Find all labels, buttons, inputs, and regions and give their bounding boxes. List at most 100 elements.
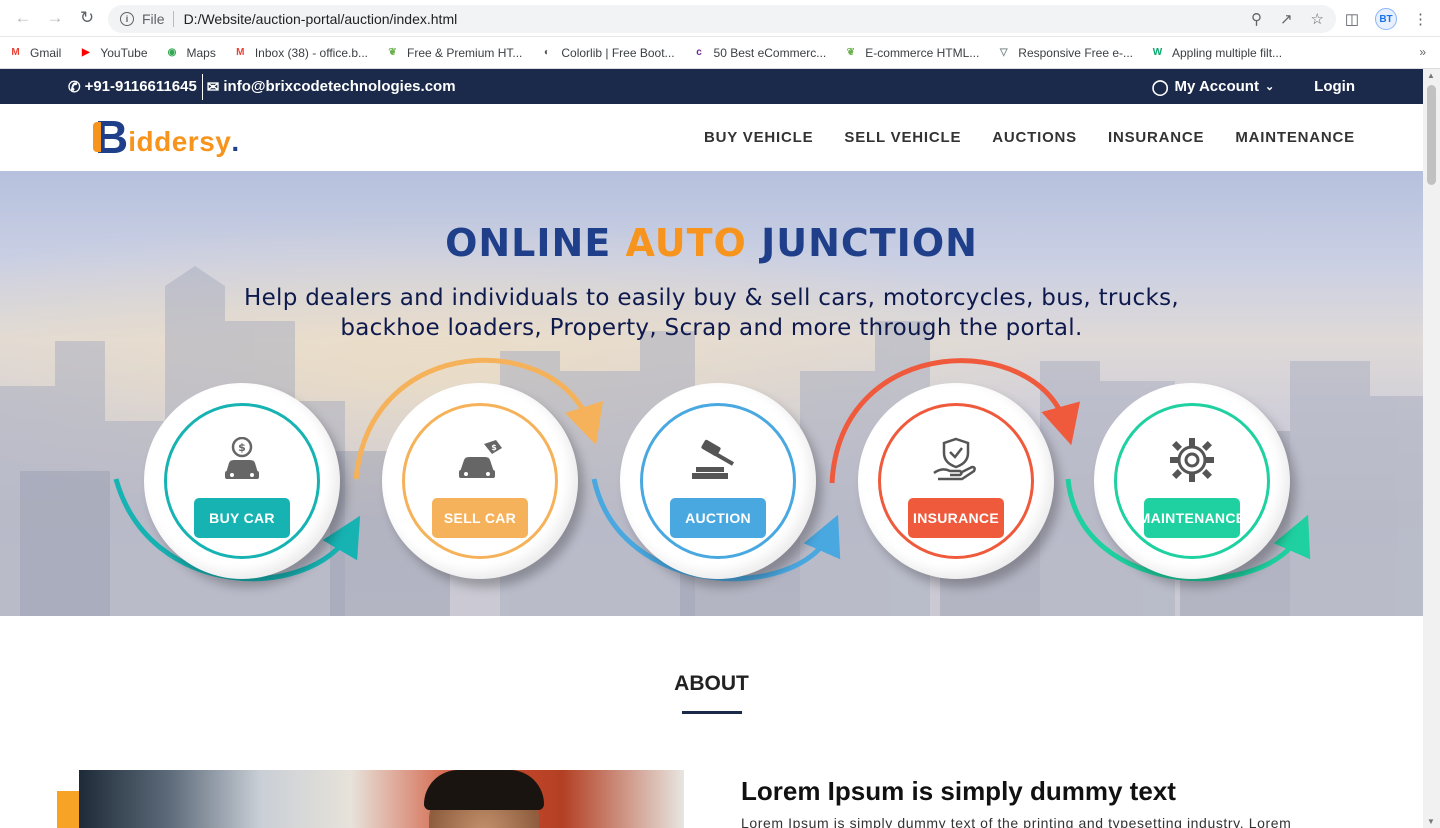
buy-car-icon: $ <box>222 436 262 484</box>
zoom-icon[interactable]: ⚲ <box>1251 10 1262 28</box>
address-bar[interactable]: i File D:/Website/auction-portal/auction… <box>108 5 1336 33</box>
gmail-icon: M <box>11 47 20 58</box>
email-item[interactable]: ✉ info@brixcodetechnologies.com <box>207 78 456 96</box>
bookmark-label: Responsive Free e-... <box>1018 45 1133 60</box>
login-link[interactable]: Login <box>1314 78 1355 95</box>
bookmark-item[interactable]: ❦ Free & Premium HT... <box>385 45 522 60</box>
insurance-icon <box>932 436 980 484</box>
user-icon: ◯ <box>1151 78 1169 96</box>
auction-button[interactable]: AUCTION <box>670 498 766 538</box>
topbar-divider <box>201 73 203 100</box>
nav-buy-vehicle[interactable]: BUY VEHICLE <box>704 129 813 146</box>
bookmark-label: 50 Best eCommerc... <box>713 45 827 60</box>
envelope-icon: ✉ <box>206 78 220 96</box>
svg-text:$: $ <box>238 441 246 454</box>
back-icon[interactable]: ← <box>10 5 36 31</box>
bookmark-label: E-commerce HTML... <box>865 45 980 60</box>
step-buy-car[interactable]: $ BUY CAR <box>144 383 340 579</box>
step-insurance[interactable]: INSURANCE <box>858 383 1054 579</box>
about-title: ABOUT <box>674 672 749 695</box>
sell-car-button[interactable]: SELL CAR <box>432 498 528 538</box>
share-icon[interactable]: ↗ <box>1280 10 1293 28</box>
buy-car-button[interactable]: BUY CAR <box>194 498 290 538</box>
page-viewport: ✆ +91-9116611645 ✉ info@brixcodetechnolo… <box>0 69 1423 828</box>
triangle-icon: ▽ <box>999 47 1008 58</box>
step-auction[interactable]: AUCTION <box>620 383 816 579</box>
url-text[interactable]: D:/Website/auction-portal/auction/index.… <box>184 11 458 27</box>
my-account-label: My Account <box>1174 78 1259 95</box>
about-heading: Lorem Ipsum is simply dummy text <box>741 776 1176 806</box>
scrollbar-thumb[interactable] <box>1427 85 1436 185</box>
about-underline <box>682 711 742 714</box>
maps-icon: ◉ <box>167 47 177 58</box>
scroll-down-icon[interactable]: ▼ <box>1427 817 1435 826</box>
bookmark-item[interactable]: ◐ Colorlib | Free Boot... <box>539 45 675 60</box>
step-ring: $ SELL CAR <box>402 403 558 559</box>
colorlib-icon: ◐ <box>543 47 550 58</box>
step-ring: AUCTION <box>640 403 796 559</box>
bookmark-label: Appling multiple filt... <box>1172 45 1283 60</box>
bookmark-item[interactable]: ◉ Maps <box>165 45 216 60</box>
info-icon[interactable]: i <box>120 12 134 26</box>
step-maintenance[interactable]: MAINTENANCE <box>1094 383 1290 579</box>
bookmark-label: Colorlib | Free Boot... <box>561 45 675 60</box>
email-address: info@brixcodetechnologies.com <box>223 78 456 95</box>
star-icon[interactable]: ☆ <box>1311 10 1324 28</box>
insurance-button[interactable]: INSURANCE <box>908 498 1004 538</box>
nav-maintenance[interactable]: MAINTENANCE <box>1235 129 1355 146</box>
maintenance-button[interactable]: MAINTENANCE <box>1139 498 1245 538</box>
bookmark-label: Inbox (38) - office.b... <box>254 45 369 60</box>
bookmark-item[interactable]: ❦ E-commerce HTML... <box>843 45 980 60</box>
svg-text:$: $ <box>491 443 497 452</box>
bookmark-item[interactable]: ▶ YouTube <box>78 45 148 60</box>
nav-insurance[interactable]: INSURANCE <box>1108 129 1204 146</box>
hero-title: ONLINE AUTO JUNCTION <box>445 221 978 265</box>
logo-text: iddersy <box>128 126 232 157</box>
scroll-up-icon[interactable]: ▲ <box>1427 71 1435 80</box>
bookmark-label: Maps <box>186 45 216 60</box>
profile-avatar[interactable]: BT <box>1375 8 1397 30</box>
hero-subtitle: Help dealers and individuals to easily b… <box>243 285 1180 341</box>
w3schools-icon: W <box>1152 47 1163 58</box>
gear-icon <box>1169 436 1215 484</box>
youtube-icon: ▶ <box>81 47 90 58</box>
about-image <box>79 770 684 828</box>
step-ring: INSURANCE <box>878 403 1034 559</box>
bookmark-item[interactable]: M Gmail <box>8 45 61 60</box>
phone-icon: ✆ <box>68 78 81 96</box>
leaf-icon: ❦ <box>388 47 397 58</box>
menu-dots-icon[interactable]: ⋮ <box>1413 10 1428 28</box>
sell-car-icon: $ <box>456 436 504 484</box>
logo-dot: . <box>231 126 240 157</box>
chevron-down-icon: ⌄ <box>1264 81 1275 93</box>
bookmark-item[interactable]: ▽ Responsive Free e-... <box>996 45 1133 60</box>
main-menu: BUY VEHICLE SELL VEHICLE AUCTIONS INSURA… <box>704 129 1355 146</box>
bookmark-item[interactable]: c 50 Best eCommerc... <box>692 45 827 60</box>
leaf-icon: ❦ <box>846 47 855 58</box>
bookmark-label: Free & Premium HT... <box>407 45 523 60</box>
side-panel-icon[interactable]: ◫ <box>1345 10 1359 28</box>
phone-item[interactable]: ✆ +91-9116611645 <box>68 78 197 96</box>
my-account-dropdown[interactable]: ◯ My Account ⌄ <box>1152 78 1274 96</box>
page-scrollbar[interactable]: ▲ ▼ <box>1423 69 1440 828</box>
bookmark-label: Gmail <box>30 45 62 60</box>
bookmarks-overflow-icon[interactable]: » <box>1419 45 1426 59</box>
main-navbar: B iddersy . BUY VEHICLE SELL VEHICLE AUC… <box>0 104 1423 171</box>
site-logo[interactable]: B iddersy . <box>92 114 240 160</box>
step-ring: $ BUY CAR <box>164 403 320 559</box>
hero-banner: ONLINE AUTO JUNCTION Help dealers and in… <box>0 171 1423 616</box>
forward-icon[interactable]: → <box>42 5 68 31</box>
nav-sell-vehicle[interactable]: SELL VEHICLE <box>844 129 961 146</box>
contact-topbar: ✆ +91-9116611645 ✉ info@brixcodetechnolo… <box>0 69 1423 104</box>
url-separator <box>172 11 174 27</box>
bookmarks-bar: M Gmail ▶ YouTube ◉ Maps M Inbox (38) - office.… <box>0 37 1440 69</box>
browser-toolbar: ← → ↻ i File D:/Website/auction-portal/a… <box>0 0 1440 37</box>
person-hair <box>424 770 544 810</box>
about-paragraph: Lorem Ipsum is simply dummy text of the … <box>741 815 1292 828</box>
nav-auctions[interactable]: AUCTIONS <box>992 129 1077 146</box>
bookmark-item[interactable]: M Inbox (38) - office.b... <box>233 45 368 60</box>
step-sell-car[interactable]: $ SELL CAR <box>382 383 578 579</box>
gavel-icon <box>690 436 746 484</box>
bookmark-item[interactable]: W Appling multiple filt... <box>1150 45 1282 60</box>
reload-icon[interactable]: ↻ <box>74 5 100 31</box>
